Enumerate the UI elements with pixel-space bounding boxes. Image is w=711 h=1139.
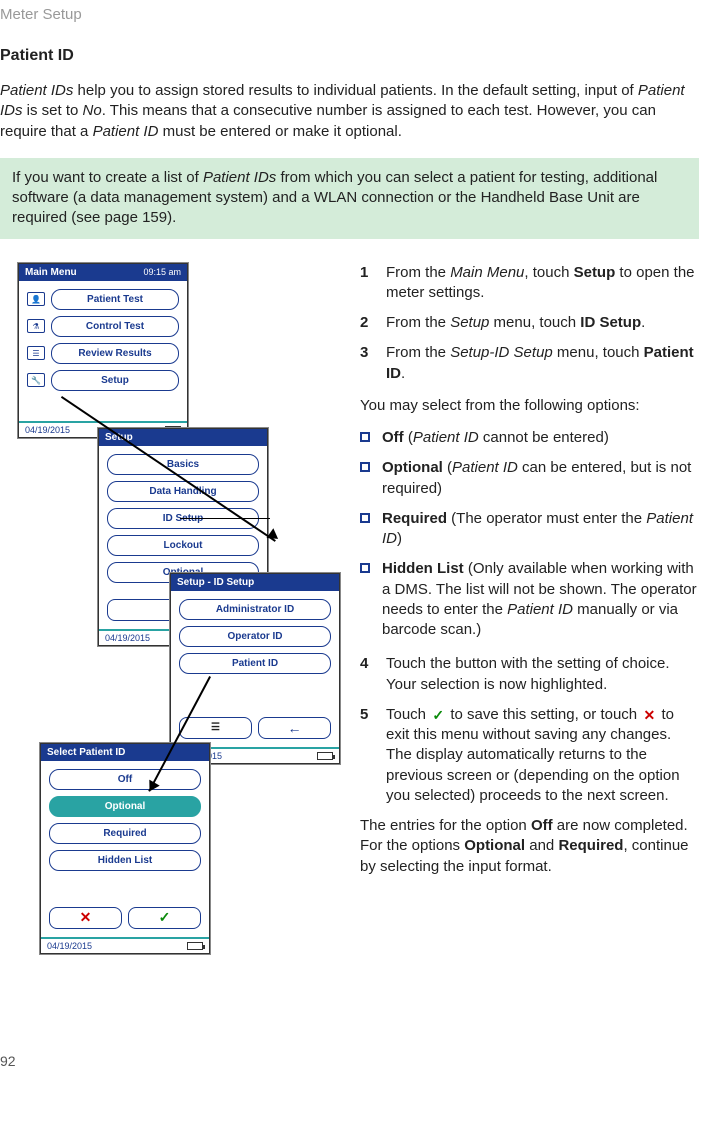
- review-icon: ☰: [27, 346, 45, 360]
- option-text: Off (Patient ID cannot be entered): [382, 428, 609, 448]
- step-text: From the Main Menu, touch Setup to open …: [386, 263, 699, 304]
- back-button[interactable]: ←: [258, 717, 331, 739]
- step-number: 1: [360, 263, 386, 304]
- page-number: 92: [0, 1053, 699, 1069]
- bullet-icon: [360, 513, 370, 523]
- select-patient-date: 04/19/2015: [47, 941, 92, 951]
- bullet-icon: [360, 432, 370, 442]
- step-text: Touch the button with the setting of cho…: [386, 654, 699, 695]
- step-text: From the Setup-ID Setup menu, touch Pati…: [386, 343, 699, 384]
- review-results-button[interactable]: Review Results: [51, 343, 179, 364]
- bullet-icon: [360, 563, 370, 573]
- ok-button[interactable]: ✓: [128, 907, 201, 929]
- setup-date: 04/19/2015: [105, 633, 150, 643]
- options-intro: You may select from the following option…: [360, 396, 699, 416]
- battery-icon: [187, 942, 203, 950]
- page-title: Patient ID: [0, 47, 699, 65]
- screen-main-menu: Main Menu 09:15 am 👤 Patient Test ⚗ Cont…: [18, 263, 188, 438]
- arrow: [180, 518, 270, 520]
- option-required-button[interactable]: Required: [49, 823, 201, 844]
- option-text: Optional (Patient ID can be entered, but…: [382, 458, 699, 499]
- patient-icon: 👤: [27, 292, 45, 306]
- option-hidden-button[interactable]: Hidden List: [49, 850, 201, 871]
- note-box: If you want to create a list of Patient …: [0, 158, 699, 239]
- finish-paragraph: The entries for the option Off are now c…: [360, 816, 699, 877]
- step-number: 3: [360, 343, 386, 384]
- step-number: 5: [360, 705, 386, 806]
- main-menu-time: 09:15 am: [143, 267, 181, 277]
- battery-icon: [317, 752, 333, 760]
- control-icon: ⚗: [27, 319, 45, 333]
- control-test-button[interactable]: Control Test: [51, 316, 179, 337]
- setup-button[interactable]: Setup: [51, 370, 179, 391]
- lockout-button[interactable]: Lockout: [107, 535, 259, 556]
- operator-id-button[interactable]: Operator ID: [179, 626, 331, 647]
- step-text: Touch ✓ to save this setting, or touch ✕…: [386, 705, 699, 806]
- cancel-button[interactable]: ✕: [49, 907, 122, 929]
- screen-id-setup: Setup - ID Setup Administrator ID Operat…: [170, 573, 340, 764]
- option-text: Required (The operator must enter the Pa…: [382, 509, 699, 550]
- step-text: From the Setup menu, touch ID Setup.: [386, 313, 699, 333]
- device-illustration-area: Main Menu 09:15 am 👤 Patient Test ⚗ Cont…: [0, 263, 340, 1023]
- step-number: 2: [360, 313, 386, 333]
- id-setup-title: Setup - ID Setup: [177, 577, 254, 588]
- close-icon: ✕: [641, 708, 657, 722]
- breadcrumb: Meter Setup: [0, 6, 699, 23]
- option-off-button[interactable]: Off: [49, 769, 201, 790]
- db-button[interactable]: ☰: [179, 717, 252, 739]
- main-menu-date: 04/19/2015: [25, 425, 70, 435]
- select-patient-title: Select Patient ID: [47, 747, 125, 758]
- bullet-icon: [360, 462, 370, 472]
- patient-test-button[interactable]: Patient Test: [51, 289, 179, 310]
- patient-id-button[interactable]: Patient ID: [179, 653, 331, 674]
- step-number: 4: [360, 654, 386, 695]
- setup-icon: 🔧: [27, 373, 45, 387]
- main-menu-title: Main Menu: [25, 267, 77, 278]
- screen-select-patient-id: Select Patient ID Off Optional Required …: [40, 743, 210, 954]
- intro-paragraph: Patient IDs help you to assign stored re…: [0, 81, 699, 142]
- basics-button[interactable]: Basics: [107, 454, 259, 475]
- option-text: Hidden List (Only available when working…: [382, 559, 699, 640]
- arrow-head-icon: [266, 528, 281, 544]
- data-handling-button[interactable]: Data Handling: [107, 481, 259, 502]
- check-icon: ✓: [430, 708, 446, 722]
- option-optional-button[interactable]: Optional: [49, 796, 201, 817]
- admin-id-button[interactable]: Administrator ID: [179, 599, 331, 620]
